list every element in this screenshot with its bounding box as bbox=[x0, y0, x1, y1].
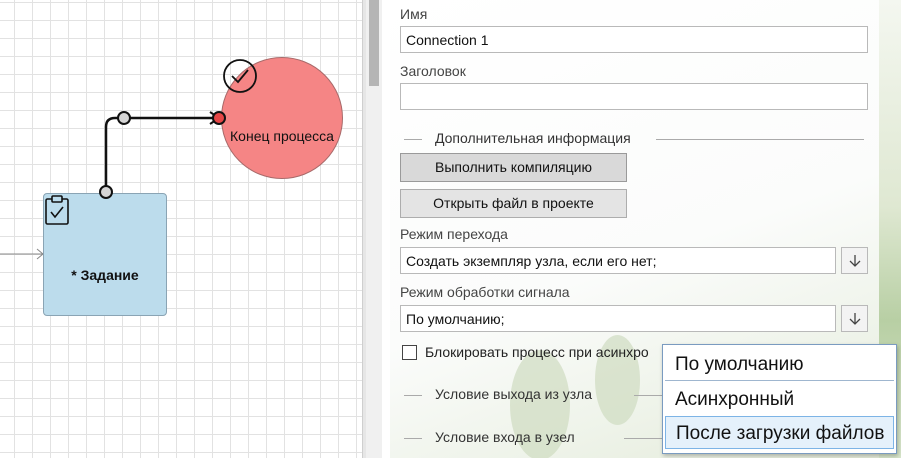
block-process-checkbox[interactable] bbox=[402, 345, 417, 360]
end-node-label: Конец процесса bbox=[230, 128, 334, 144]
title-label: Заголовок bbox=[400, 63, 466, 79]
signal-mode-combo[interactable]: По умолчанию; bbox=[400, 305, 836, 332]
signal-mode-label: Режим обработки сигнала bbox=[400, 284, 570, 300]
name-input[interactable] bbox=[400, 26, 868, 53]
dropdown-option-async[interactable]: Асинхронный bbox=[665, 383, 894, 416]
transition-mode-combo[interactable]: Создать экземпляр узла, если его нет; bbox=[400, 247, 836, 274]
process-canvas[interactable]: * Задание Конец процесса bbox=[0, 0, 362, 458]
section-title: Дополнительная информация bbox=[435, 130, 631, 146]
arrow-down-icon bbox=[849, 254, 860, 267]
title-input[interactable] bbox=[400, 83, 868, 110]
arrow-down-icon bbox=[849, 312, 860, 325]
clipboard-check-icon bbox=[45, 195, 69, 225]
end-process-node[interactable]: Конец процесса bbox=[221, 57, 343, 179]
block-process-label: Блокировать процесс при асинхро bbox=[425, 344, 649, 360]
signal-mode-dropdown-list[interactable]: По умолчанию Асинхронный После загрузки … bbox=[662, 344, 897, 454]
task-node-label: * Задание bbox=[71, 267, 139, 283]
transition-mode-label: Режим перехода bbox=[400, 226, 508, 242]
signal-mode-dropdown-button[interactable] bbox=[841, 305, 868, 332]
task-node[interactable]: * Задание bbox=[43, 193, 167, 316]
scrollbar-thumb[interactable] bbox=[369, 0, 379, 86]
dropdown-option-default[interactable]: По умолчанию bbox=[665, 348, 894, 381]
section-title[interactable]: Условие выхода из узла bbox=[435, 386, 592, 402]
compile-button[interactable]: Выполнить компиляцию bbox=[400, 153, 627, 182]
check-circle-icon bbox=[223, 59, 257, 93]
dropdown-option-after-upload[interactable]: После загрузки файлов bbox=[665, 416, 894, 449]
additional-info-section: Дополнительная информация bbox=[404, 130, 864, 146]
transition-mode-dropdown-button[interactable] bbox=[841, 247, 868, 274]
connection-1-line[interactable] bbox=[104, 116, 219, 192]
section-title[interactable]: Условие входа в узел bbox=[435, 429, 575, 445]
name-label: Имя bbox=[400, 6, 428, 22]
vertical-scrollbar[interactable] bbox=[366, 0, 382, 458]
open-file-button[interactable]: Открыть файл в проекте bbox=[400, 189, 627, 218]
